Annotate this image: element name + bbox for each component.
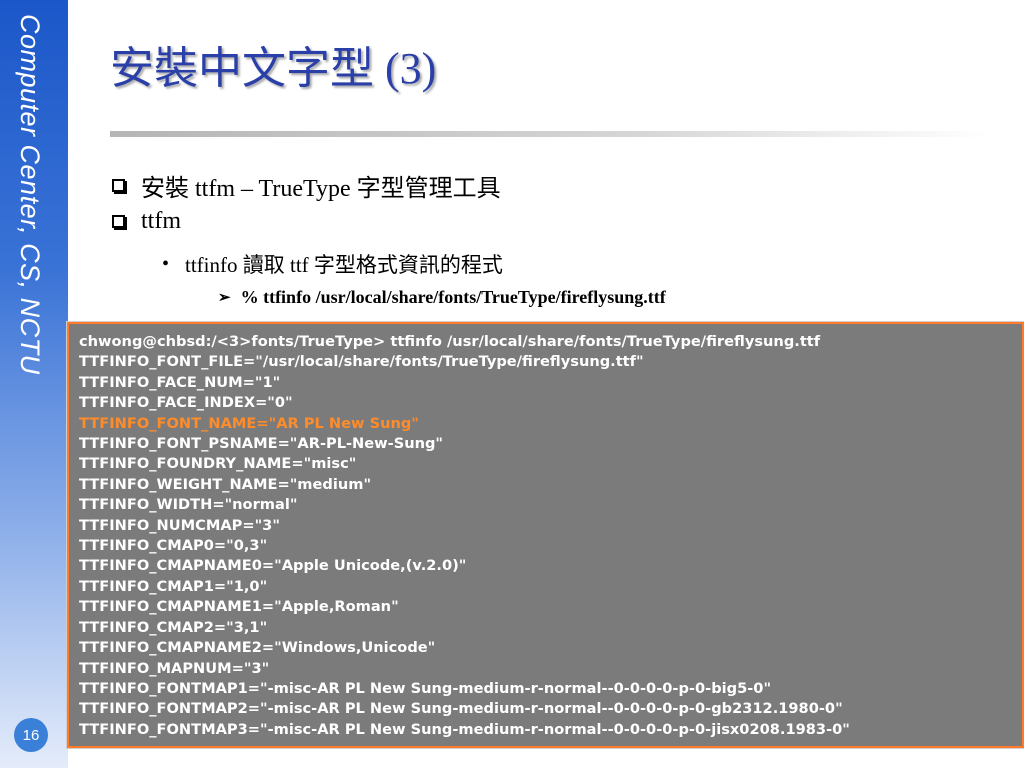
bullet-text: ttfm [141,208,181,234]
terminal-line: TTFINFO_NUMCMAP="3" [79,516,280,534]
title-divider [110,131,990,137]
checkbox-bullet-icon [112,179,125,192]
page-number-badge: 16 [14,718,48,752]
bullet-item: 安裝 ttfm – TrueType 字型管理工具 [112,168,501,203]
checkbox-bullet-icon [112,215,125,228]
terminal-line: TTFINFO_CMAP0="0,3" [79,537,268,555]
slide-title: 安裝中文字型 (3) [110,44,437,93]
terminal-line: TTFINFO_FONT_FILE="/usr/local/share/font… [79,353,644,371]
arrow-bullet-icon: ➢ [218,290,231,306]
terminal-line: TTFINFO_FONT_PSNAME="AR-PL-New-Sung" [79,435,444,453]
terminal-line: TTFINFO_FONTMAP1="-misc-AR PL New Sung-m… [79,679,772,697]
sub-bullet-text: ttfinfo 讀取 ttf 字型格式資訊的程式 [185,253,503,277]
bullet-item: ttfm [112,208,181,235]
terminal-line: TTFINFO_FONT_NAME="AR PL New Sung" [79,414,419,432]
command-bullet-item: ➢ % ttfinfo /usr/local/share/fonts/TrueT… [218,287,666,308]
terminal-line: TTFINFO_WEIGHT_NAME="medium" [79,475,372,493]
terminal-line: TTFINFO_CMAPNAME0="Apple Unicode,(v.2.0)… [79,557,467,575]
sidebar-label: Computer Center, CS, NCTU [15,14,45,375]
terminal-line: TTFINFO_CMAP2="3,1" [79,618,268,636]
terminal-line: TTFINFO_FONTMAP2="-misc-AR PL New Sung-m… [79,700,843,718]
bullet-text: 安裝 ttfm – TrueType 字型管理工具 [141,176,501,202]
terminal-line: TTFINFO_CMAPNAME2="Windows,Unicode" [79,639,436,657]
terminal-lines: chwong@chbsd:/<3>fonts/TrueType> ttfinfo… [79,332,1012,740]
terminal-line: TTFINFO_WIDTH="normal" [79,496,298,514]
terminal-line: TTFINFO_FONTMAP3="-misc-AR PL New Sung-m… [79,720,850,738]
terminal-line: TTFINFO_MAPNUM="3" [79,659,270,677]
sidebar: Computer Center, CS, NCTU 16 [0,0,68,768]
dot-bullet-icon: • [162,252,170,275]
command-text: % ttfinfo /usr/local/share/fonts/TrueTyp… [240,287,666,307]
terminal-line: TTFINFO_FOUNDRY_NAME="misc" [79,455,357,473]
terminal-line: TTFINFO_FACE_INDEX="0" [79,394,293,412]
terminal-line: TTFINFO_CMAPNAME1="Apple,Roman" [79,598,399,616]
sub-bullet-item: • ttfinfo 讀取 ttf 字型格式資訊的程式 [162,249,503,279]
terminal-output-panel: chwong@chbsd:/<3>fonts/TrueType> ttfinfo… [66,321,1024,749]
terminal-line: chwong@chbsd:/<3>fonts/TrueType> ttfinfo… [79,333,821,350]
terminal-line: TTFINFO_CMAP1="1,0" [79,577,268,595]
terminal-line: TTFINFO_FACE_NUM="1" [79,373,281,391]
